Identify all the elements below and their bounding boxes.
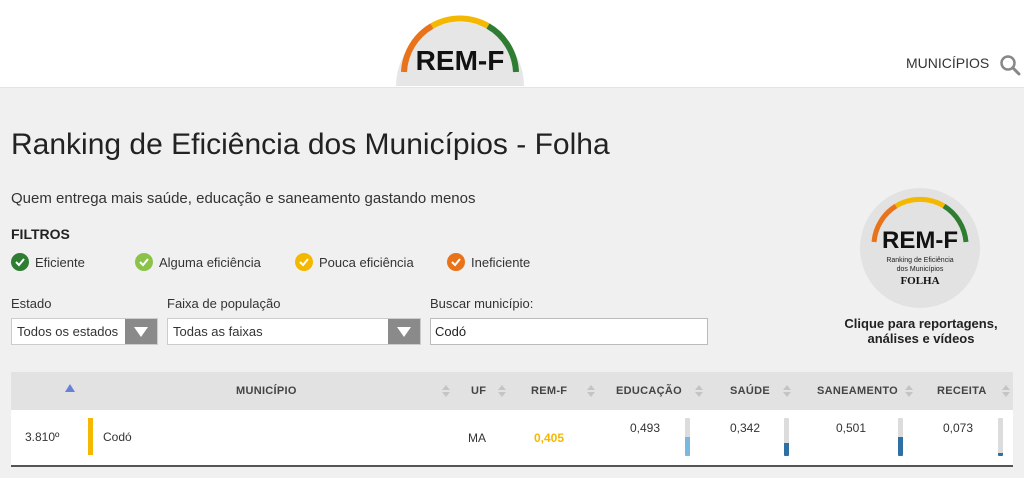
legend-label: Pouca eficiência <box>319 254 414 270</box>
receita-cell: 0,073 <box>943 421 974 435</box>
check-icon <box>295 253 313 271</box>
sort-icon[interactable] <box>783 384 791 398</box>
legend-eficiente[interactable]: Eficiente <box>11 253 85 271</box>
nav-municipios-link[interactable]: MUNICÍPIOS <box>906 55 989 71</box>
check-icon <box>11 253 29 271</box>
page-title: Ranking de Eficiência dos Municípios - F… <box>11 128 610 161</box>
busca-label: Buscar município: <box>430 296 534 311</box>
chevron-down-icon[interactable] <box>388 319 420 344</box>
promo-logo-brand: FOLHA <box>900 275 939 287</box>
faixa-label: Faixa de população <box>167 296 281 311</box>
legend-ineficiente[interactable]: Ineficiente <box>447 253 530 271</box>
top-bar: REM-F MUNICÍPIOS <box>0 0 1024 88</box>
uf-cell: MA <box>468 431 486 445</box>
page-subtitle: Quem entrega mais saúde, educação e sane… <box>11 190 476 207</box>
promo-logo-text: REM-F <box>882 227 958 254</box>
column-header-remf[interactable]: REM-F <box>531 385 567 397</box>
column-header-educacao[interactable]: EDUCAÇÃO <box>616 385 682 397</box>
sort-icon[interactable] <box>905 384 913 398</box>
legend-label: Ineficiente <box>471 254 531 270</box>
logo-text: REM-F <box>416 45 505 76</box>
sort-icon[interactable] <box>1002 384 1010 398</box>
estado-select[interactable]: Todos os estados <box>11 318 158 345</box>
status-indicator <box>88 418 93 455</box>
municipio-search-input[interactable] <box>430 318 708 345</box>
faixa-value: Todas as faixas <box>173 324 263 339</box>
receita-bar-fill <box>998 453 1003 456</box>
column-header-saneamento[interactable]: SANEAMENTO <box>817 385 898 397</box>
rank-cell: 3.810º <box>25 430 60 444</box>
faixa-select[interactable]: Todas as faixas <box>167 318 421 345</box>
search-icon[interactable] <box>999 54 1021 76</box>
column-header-receita[interactable]: RECEITA <box>937 385 987 397</box>
receita-bar <box>998 418 1003 456</box>
rem-f-promo-badge[interactable]: REM-F Ranking de Eficiência dos Municípi… <box>858 186 982 310</box>
check-icon <box>135 253 153 271</box>
sort-asc-icon[interactable] <box>65 384 75 392</box>
educacao-bar-fill <box>685 437 690 456</box>
sort-icon[interactable] <box>442 384 450 398</box>
estado-label: Estado <box>11 296 52 311</box>
remf-cell: 0,405 <box>534 431 565 445</box>
sort-icon[interactable] <box>498 384 506 398</box>
column-header-saude[interactable]: SAÚDE <box>730 385 770 397</box>
educacao-bar <box>685 418 690 456</box>
rem-f-logo[interactable]: REM-F <box>392 0 528 86</box>
educacao-cell: 0,493 <box>630 421 661 435</box>
legend-alguma-eficiencia[interactable]: Alguma eficiência <box>135 253 261 271</box>
saneamento-bar <box>898 418 903 456</box>
legend-pouca-eficiencia[interactable]: Pouca eficiência <box>295 253 414 271</box>
estado-value: Todos os estados <box>17 324 119 339</box>
promo-caption[interactable]: Clique para reportagens, análises e víde… <box>832 316 1010 346</box>
promo-caption-line2: análises e vídeos <box>867 331 975 346</box>
promo-logo-sub1: Ranking de Eficiência <box>886 257 953 264</box>
promo-caption-line1: Clique para reportagens, <box>844 316 998 331</box>
saude-cell: 0,342 <box>730 421 761 435</box>
saneamento-cell: 0,501 <box>836 421 867 435</box>
legend-label: Alguma eficiência <box>159 254 261 270</box>
saude-bar-fill <box>784 443 789 456</box>
table-row[interactable]: 3.810º Codó MA 0,405 0,493 0,342 0,501 0… <box>11 410 1013 467</box>
saneamento-bar-fill <box>898 437 903 456</box>
table-header: MUNICÍPIO UF REM-F EDUCAÇÃO SAÚDE SANEAM… <box>11 372 1013 410</box>
chevron-down-icon[interactable] <box>125 319 157 344</box>
column-header-municipio[interactable]: MUNICÍPIO <box>236 385 297 397</box>
sort-icon[interactable] <box>587 384 595 398</box>
promo-logo-sub2: dos Municípios <box>897 266 944 273</box>
check-icon <box>447 253 465 271</box>
saude-bar <box>784 418 789 456</box>
municipio-cell[interactable]: Codó <box>103 430 132 444</box>
column-header-uf[interactable]: UF <box>471 385 486 397</box>
filters-title: FILTROS <box>11 226 70 242</box>
sort-icon[interactable] <box>695 384 703 398</box>
legend-label: Eficiente <box>35 254 85 270</box>
